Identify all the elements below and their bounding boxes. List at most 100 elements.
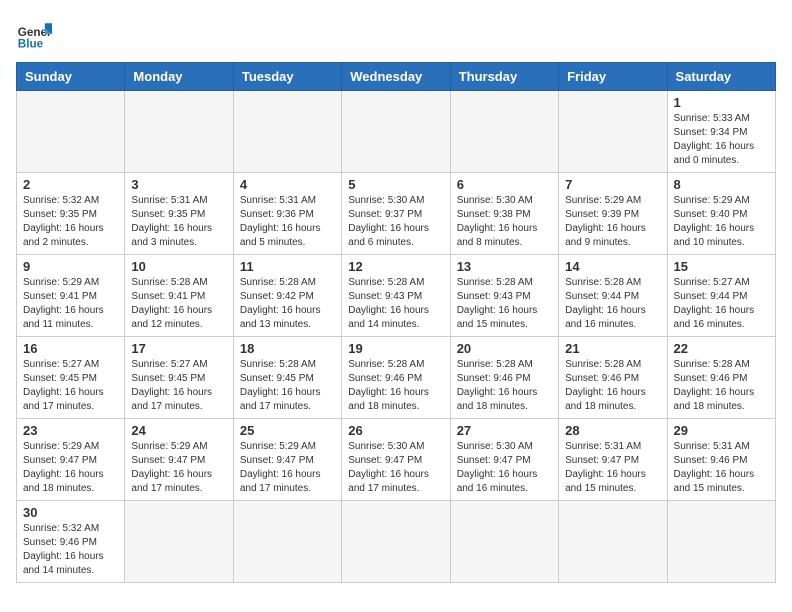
- day-info: Sunrise: 5:27 AM Sunset: 9:45 PM Dayligh…: [23, 358, 118, 414]
- day-cell: 4 Sunrise: 5:31 AM Sunset: 9:36 PM Daylig…: [233, 173, 341, 255]
- day-info: Sunrise: 5:28 AM Sunset: 9:46 PM Dayligh…: [565, 358, 660, 414]
- day-cell: [17, 91, 125, 173]
- day-cell: [233, 91, 341, 173]
- day-cell: 26 Sunrise: 5:30 AM Sunset: 9:47 PM Dayli…: [342, 419, 450, 501]
- weekday-header-saturday: Saturday: [667, 63, 775, 91]
- day-cell: 27 Sunrise: 5:30 AM Sunset: 9:47 PM Dayli…: [450, 419, 558, 501]
- day-info: Sunrise: 5:29 AM Sunset: 9:47 PM Dayligh…: [23, 440, 118, 496]
- calendar-table: SundayMondayTuesdayWednesdayThursdayFrid…: [16, 62, 776, 583]
- day-cell: [450, 501, 558, 583]
- day-cell: 19 Sunrise: 5:28 AM Sunset: 9:46 PM Dayli…: [342, 337, 450, 419]
- day-cell: 28 Sunrise: 5:31 AM Sunset: 9:47 PM Dayli…: [559, 419, 667, 501]
- week-row-6: 30 Sunrise: 5:32 AM Sunset: 9:46 PM Dayli…: [17, 501, 776, 583]
- day-info: Sunrise: 5:32 AM Sunset: 9:46 PM Dayligh…: [23, 522, 118, 578]
- day-number: 27: [457, 423, 552, 438]
- day-number: 24: [131, 423, 226, 438]
- day-info: Sunrise: 5:30 AM Sunset: 9:47 PM Dayligh…: [348, 440, 443, 496]
- day-cell: 18 Sunrise: 5:28 AM Sunset: 9:45 PM Dayli…: [233, 337, 341, 419]
- day-number: 26: [348, 423, 443, 438]
- day-number: 23: [23, 423, 118, 438]
- day-cell: 6Sunrise: 5:30 AM Sunset: 9:38 PM Daylig…: [450, 173, 558, 255]
- day-info: Sunrise: 5:31 AM Sunset: 9:36 PM Dayligh…: [240, 194, 335, 250]
- day-info: Sunrise: 5:28 AM Sunset: 9:43 PM Dayligh…: [457, 276, 552, 332]
- day-number: 2: [23, 177, 118, 192]
- day-cell: 8Sunrise: 5:29 AM Sunset: 9:40 PM Daylig…: [667, 173, 775, 255]
- day-info: Sunrise: 5:29 AM Sunset: 9:39 PM Dayligh…: [565, 194, 660, 250]
- day-cell: 13 Sunrise: 5:28 AM Sunset: 9:43 PM Dayli…: [450, 255, 558, 337]
- day-cell: 2 Sunrise: 5:32 AM Sunset: 9:35 PM Daylig…: [17, 173, 125, 255]
- day-cell: 25Sunrise: 5:29 AM Sunset: 9:47 PM Dayli…: [233, 419, 341, 501]
- day-number: 19: [348, 341, 443, 356]
- day-cell: 7 Sunrise: 5:29 AM Sunset: 9:39 PM Daylig…: [559, 173, 667, 255]
- day-number: 5: [348, 177, 443, 192]
- day-number: 13: [457, 259, 552, 274]
- day-cell: [342, 501, 450, 583]
- day-number: 7: [565, 177, 660, 192]
- day-cell: 24 Sunrise: 5:29 AM Sunset: 9:47 PM Dayli…: [125, 419, 233, 501]
- week-row-5: 23 Sunrise: 5:29 AM Sunset: 9:47 PM Dayli…: [17, 419, 776, 501]
- day-info: Sunrise: 5:28 AM Sunset: 9:46 PM Dayligh…: [457, 358, 552, 414]
- day-cell: 16 Sunrise: 5:27 AM Sunset: 9:45 PM Dayli…: [17, 337, 125, 419]
- day-number: 4: [240, 177, 335, 192]
- day-info: Sunrise: 5:29 AM Sunset: 9:47 PM Dayligh…: [240, 440, 335, 496]
- weekday-header-wednesday: Wednesday: [342, 63, 450, 91]
- day-number: 11: [240, 259, 335, 274]
- day-cell: [667, 501, 775, 583]
- day-cell: 20 Sunrise: 5:28 AM Sunset: 9:46 PM Dayli…: [450, 337, 558, 419]
- day-info: Sunrise: 5:28 AM Sunset: 9:44 PM Dayligh…: [565, 276, 660, 332]
- day-info: Sunrise: 5:30 AM Sunset: 9:47 PM Dayligh…: [457, 440, 552, 496]
- day-cell: [559, 501, 667, 583]
- day-cell: 21 Sunrise: 5:28 AM Sunset: 9:46 PM Dayli…: [559, 337, 667, 419]
- day-number: 14: [565, 259, 660, 274]
- day-number: 29: [674, 423, 769, 438]
- day-cell: [450, 91, 558, 173]
- page-header: General Blue: [16, 16, 776, 52]
- day-cell: 3 Sunrise: 5:31 AM Sunset: 9:35 PM Daylig…: [125, 173, 233, 255]
- day-cell: [125, 501, 233, 583]
- day-info: Sunrise: 5:29 AM Sunset: 9:41 PM Dayligh…: [23, 276, 118, 332]
- day-info: Sunrise: 5:30 AM Sunset: 9:37 PM Dayligh…: [348, 194, 443, 250]
- day-info: Sunrise: 5:33 AM Sunset: 9:34 PM Dayligh…: [674, 112, 769, 168]
- day-number: 16: [23, 341, 118, 356]
- day-info: Sunrise: 5:29 AM Sunset: 9:47 PM Dayligh…: [131, 440, 226, 496]
- day-cell: 10Sunrise: 5:28 AM Sunset: 9:41 PM Dayli…: [125, 255, 233, 337]
- day-cell: 11 Sunrise: 5:28 AM Sunset: 9:42 PM Dayli…: [233, 255, 341, 337]
- day-info: Sunrise: 5:28 AM Sunset: 9:46 PM Dayligh…: [674, 358, 769, 414]
- day-number: 20: [457, 341, 552, 356]
- day-cell: [342, 91, 450, 173]
- day-number: 18: [240, 341, 335, 356]
- day-number: 12: [348, 259, 443, 274]
- day-info: Sunrise: 5:28 AM Sunset: 9:46 PM Dayligh…: [348, 358, 443, 414]
- day-info: Sunrise: 5:31 AM Sunset: 9:47 PM Dayligh…: [565, 440, 660, 496]
- day-number: 10: [131, 259, 226, 274]
- logo: General Blue: [16, 16, 52, 52]
- weekday-header-row: SundayMondayTuesdayWednesdayThursdayFrid…: [17, 63, 776, 91]
- day-info: Sunrise: 5:27 AM Sunset: 9:44 PM Dayligh…: [674, 276, 769, 332]
- day-number: 8: [674, 177, 769, 192]
- day-info: Sunrise: 5:28 AM Sunset: 9:42 PM Dayligh…: [240, 276, 335, 332]
- day-info: Sunrise: 5:32 AM Sunset: 9:35 PM Dayligh…: [23, 194, 118, 250]
- day-number: 9: [23, 259, 118, 274]
- day-info: Sunrise: 5:31 AM Sunset: 9:35 PM Dayligh…: [131, 194, 226, 250]
- day-info: Sunrise: 5:31 AM Sunset: 9:46 PM Dayligh…: [674, 440, 769, 496]
- week-row-3: 9 Sunrise: 5:29 AM Sunset: 9:41 PM Daylig…: [17, 255, 776, 337]
- day-info: Sunrise: 5:28 AM Sunset: 9:45 PM Dayligh…: [240, 358, 335, 414]
- day-cell: [233, 501, 341, 583]
- day-cell: 5 Sunrise: 5:30 AM Sunset: 9:37 PM Daylig…: [342, 173, 450, 255]
- weekday-header-sunday: Sunday: [17, 63, 125, 91]
- day-info: Sunrise: 5:27 AM Sunset: 9:45 PM Dayligh…: [131, 358, 226, 414]
- svg-text:Blue: Blue: [18, 38, 44, 51]
- day-number: 6: [457, 177, 552, 192]
- day-cell: 30 Sunrise: 5:32 AM Sunset: 9:46 PM Dayli…: [17, 501, 125, 583]
- day-number: 22: [674, 341, 769, 356]
- day-cell: [559, 91, 667, 173]
- logo-icon: General Blue: [16, 16, 52, 52]
- day-cell: 22 Sunrise: 5:28 AM Sunset: 9:46 PM Dayli…: [667, 337, 775, 419]
- day-number: 30: [23, 505, 118, 520]
- day-number: 3: [131, 177, 226, 192]
- day-cell: 12Sunrise: 5:28 AM Sunset: 9:43 PM Dayli…: [342, 255, 450, 337]
- day-number: 28: [565, 423, 660, 438]
- weekday-header-tuesday: Tuesday: [233, 63, 341, 91]
- day-number: 21: [565, 341, 660, 356]
- weekday-header-thursday: Thursday: [450, 63, 558, 91]
